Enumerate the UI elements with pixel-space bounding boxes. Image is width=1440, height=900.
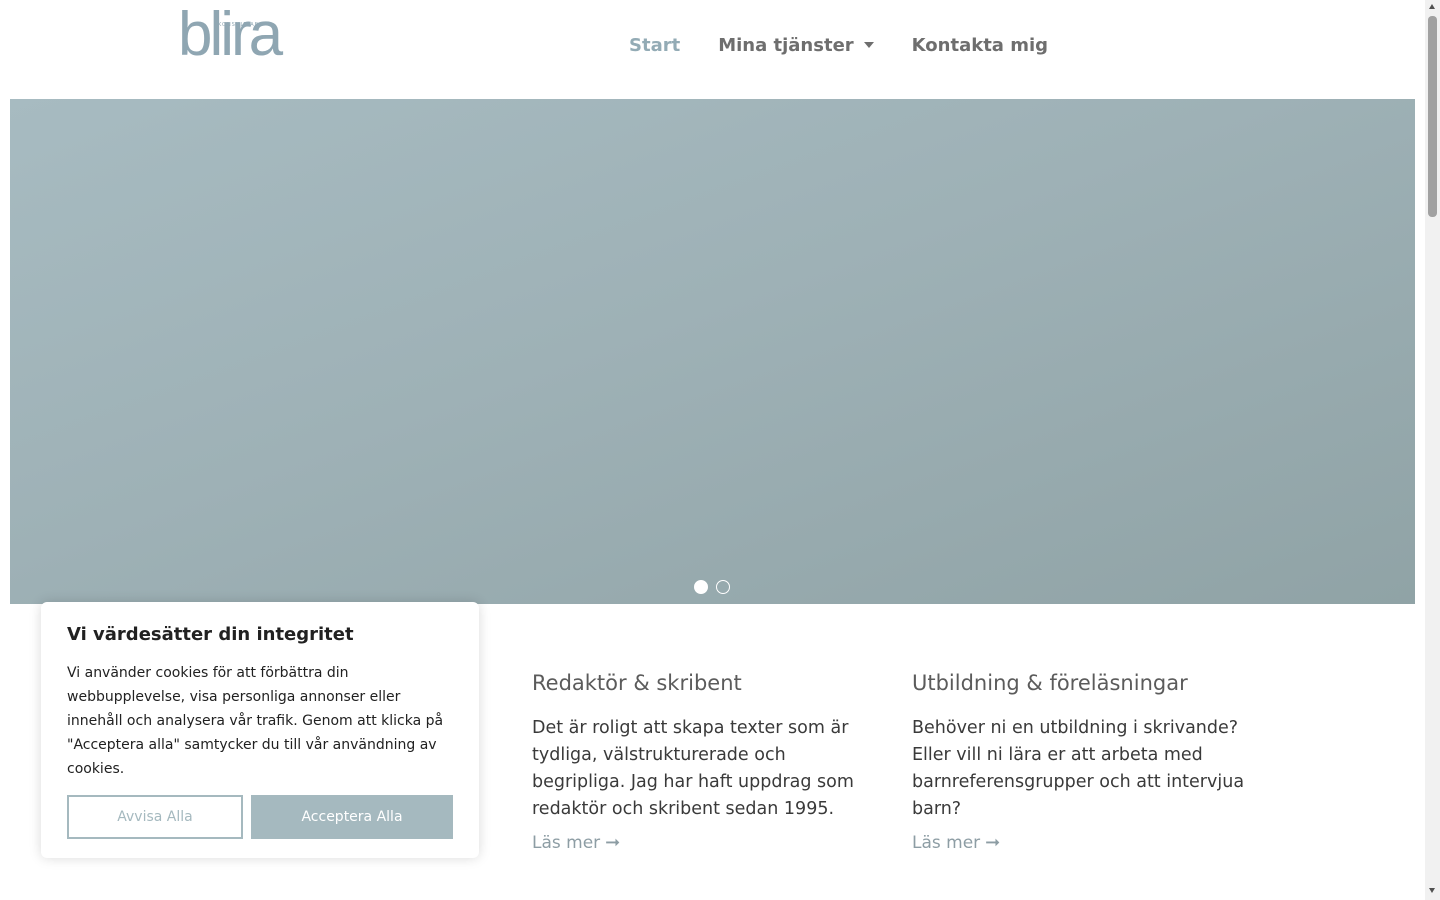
- nav-item-mina-tjanster[interactable]: Mina tjänster: [718, 34, 874, 56]
- nav-item-kontakta-mig[interactable]: Kontakta mig: [912, 35, 1048, 56]
- main-nav: Start Mina tjänster Kontakta mig: [610, 30, 1067, 60]
- service-title: Redaktör & skribent: [532, 671, 742, 695]
- arrow-right-icon: ➞: [605, 832, 621, 853]
- scroll-up-arrow-icon[interactable]: [1429, 4, 1435, 9]
- slider-pagination: [694, 580, 738, 594]
- read-more-label: Läs mer: [912, 832, 981, 853]
- cookie-buttons: Avvisa Alla Acceptera Alla: [67, 795, 453, 839]
- logo[interactable]: blira KONSULT AB: [178, 4, 286, 74]
- service-card-utbildning: Utbildning & föreläsningar Behöver ni en…: [912, 671, 1262, 853]
- logo-subtitle: KONSULT AB: [218, 22, 260, 28]
- read-more-label: Läs mer: [532, 832, 601, 853]
- nav-item-label: Start: [629, 34, 681, 56]
- chevron-down-icon: [863, 42, 874, 48]
- slider-dot-1[interactable]: [694, 580, 708, 594]
- page-scrollbar[interactable]: [1425, 0, 1440, 900]
- service-title: Utbildning & föreläsningar: [912, 671, 1188, 695]
- site-header: blira KONSULT AB Start Mina tjänster Kon…: [0, 0, 1425, 99]
- cookie-consent-popup: Vi värdesätter din integritet Vi använde…: [41, 602, 479, 858]
- nav-item-start[interactable]: Start: [629, 35, 680, 56]
- read-more-link[interactable]: Läs mer ➞: [532, 832, 620, 853]
- service-card-redaktor: Redaktör & skribent Det är roligt att sk…: [532, 671, 882, 853]
- nav-item-label: Kontakta mig: [911, 34, 1049, 56]
- reject-all-button[interactable]: Avvisa Alla: [67, 795, 243, 839]
- scroll-down-arrow-icon[interactable]: [1429, 888, 1435, 893]
- nav-item-label: Mina tjänster: [718, 34, 854, 56]
- arrow-right-icon: ➞: [985, 832, 1001, 853]
- slider-dot-2[interactable]: [716, 580, 730, 594]
- service-description: Behöver ni en utbildning i skrivande? El…: [912, 718, 1245, 819]
- read-more-link[interactable]: Läs mer ➞: [912, 832, 1000, 853]
- scrollbar-thumb[interactable]: [1428, 16, 1437, 217]
- cookie-text: Vi använder cookies för att förbättra di…: [67, 665, 444, 777]
- cookie-title: Vi värdesätter din integritet: [67, 624, 354, 645]
- hero-slider: [10, 99, 1415, 604]
- service-description: Det är roligt att skapa texter som är ty…: [532, 718, 854, 819]
- accept-all-button[interactable]: Acceptera Alla: [251, 795, 453, 839]
- logo-wordmark: blira: [178, 0, 283, 69]
